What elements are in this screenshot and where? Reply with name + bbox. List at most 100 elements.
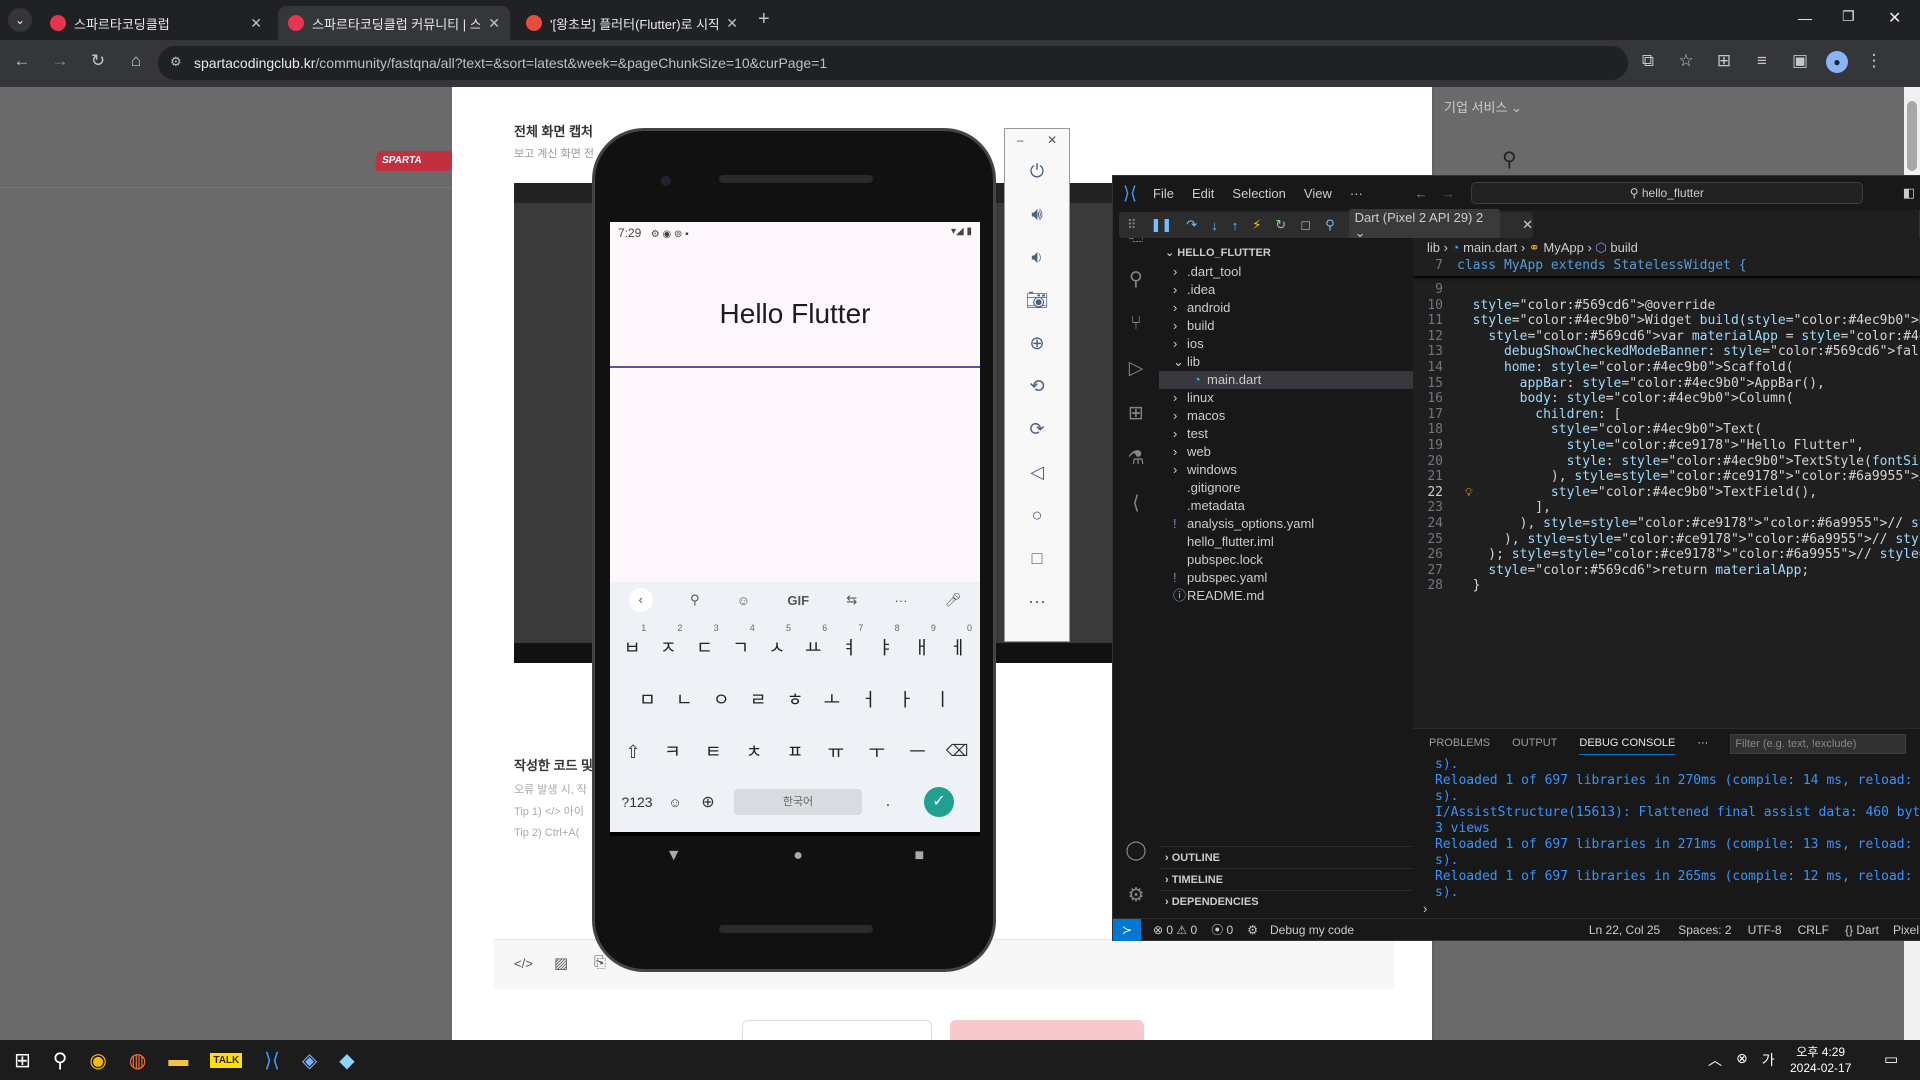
code-line[interactable]: 20 style: style="color:#4ec9b0">TextStyl… (1413, 454, 1920, 470)
keyboard-key[interactable]: ㄱ4 (723, 623, 759, 670)
close-window-button[interactable]: ✕ (1888, 8, 1901, 28)
explorer-item[interactable]: .metadata (1159, 497, 1413, 515)
explorer-item[interactable]: .gitignore (1159, 479, 1413, 497)
code-line[interactable]: 11 style="color:#4ec9b0">Widget build(st… (1413, 313, 1920, 329)
menu-kebab-icon[interactable]: ⋮ (1862, 51, 1886, 73)
shift-key[interactable]: ⇧ (614, 730, 652, 774)
close-debug-toolbar[interactable]: ✕ (1522, 217, 1533, 233)
search-icon[interactable]: ⚲ (1129, 268, 1143, 291)
backspace-key[interactable]: ⌫ (938, 730, 976, 774)
address-bar[interactable]: ⚙ spartacodingclub.kr/community/fastqna/… (158, 46, 1628, 80)
code-line[interactable]: 27 style="color:#569cd6">return material… (1413, 563, 1920, 579)
code-line[interactable]: 12 style="color:#569cd6">var materialApp… (1413, 329, 1920, 345)
scrollbar-thumb[interactable] (1907, 101, 1917, 171)
emoji-key[interactable]: ☺ (660, 795, 690, 810)
more-icon[interactable]: ··· (895, 593, 908, 608)
source-control-icon[interactable]: ⑂ (1130, 313, 1141, 335)
volume-down-icon[interactable]: 🔉︎ (1031, 247, 1042, 268)
indentation[interactable]: Spaces: 2 (1678, 923, 1731, 937)
explorer-item[interactable]: › web (1159, 443, 1413, 461)
keyboard-key[interactable]: ㄴ (666, 678, 703, 722)
pause-icon[interactable]: ❚❚ (1151, 217, 1173, 233)
notification-icon[interactable]: ▭ (1884, 1050, 1898, 1068)
rotate-right-icon[interactable]: ⟳ (1029, 419, 1044, 440)
code-block-icon[interactable]: </> (514, 956, 533, 971)
explorer-item[interactable]: › .idea (1159, 281, 1413, 299)
keyboard-key[interactable]: ㅏ (887, 678, 924, 722)
explorer-item[interactable]: › build (1159, 317, 1413, 335)
keyboard-key[interactable]: ㅍ (775, 730, 816, 774)
code-line[interactable]: 24 ), style=style="color:#ce9178">"color… (1413, 516, 1920, 532)
chrome-icon[interactable]: ◉ (89, 1048, 106, 1073)
submit-button[interactable] (950, 1020, 1144, 1040)
keyboard-key[interactable]: ㅋ (652, 730, 693, 774)
language-mode[interactable]: {} Dart (1845, 923, 1879, 937)
close-tab-icon[interactable]: ✕ (488, 15, 500, 32)
code-line[interactable]: 22 style="color:#4ec9b0">TextField(), 💡︎ (1413, 485, 1920, 501)
media-icon[interactable]: ≡ (1750, 51, 1774, 73)
remote-icon[interactable]: ≻ (1113, 918, 1141, 941)
code-line[interactable]: 13 debugShowCheckedModeBanner: style="co… (1413, 344, 1920, 360)
code-line[interactable]: 21 ), style=style="color:#ce9178">"color… (1413, 469, 1920, 485)
ports-count[interactable]: ⦿ 0 (1211, 921, 1233, 938)
restart-icon[interactable]: ↻ (1275, 217, 1286, 233)
explorer-item[interactable]: ! analysis_options.yaml (1159, 515, 1413, 533)
globe-icon[interactable]: ⊕ (690, 792, 726, 812)
explorer-root[interactable]: ⌄ HELLO_FLUTTER (1159, 238, 1413, 259)
keyboard-key[interactable]: ㅜ (856, 730, 897, 774)
code-line[interactable]: 15 appBar: style="color:#4ec9b0">AppBar(… (1413, 376, 1920, 392)
enterprise-menu[interactable]: 기업 서비스 ⌄ (1444, 97, 1522, 116)
keyboard-key[interactable]: ㅈ2 (650, 623, 686, 670)
new-tab-button[interactable]: + (758, 8, 770, 31)
command-center-search[interactable]: ⚲ hello_flutter (1470, 182, 1863, 204)
keyboard-key[interactable]: ㅠ (815, 730, 856, 774)
more-options-icon[interactable]: ··· (1028, 591, 1046, 612)
keyboard-key[interactable]: ㅔ0 (940, 623, 976, 670)
encoding[interactable]: UTF-8 (1748, 923, 1782, 937)
attach-icon[interactable]: ⎘ (594, 954, 606, 971)
keyboard-key[interactable]: ㅁ (629, 678, 666, 722)
explorer-item[interactable]: ⓘREADME.md (1159, 587, 1413, 605)
code-line[interactable]: 25 ), style=style="color:#ce9178">"color… (1413, 532, 1920, 548)
keyboard-key[interactable]: ㅐ9 (904, 623, 940, 670)
tab-output[interactable]: OUTPUT (1512, 737, 1557, 757)
keyboard-key[interactable]: ㅇ (703, 678, 740, 722)
tray-app-icon[interactable]: ⊗ (1736, 1050, 1748, 1070)
keyboard-key[interactable]: ㅎ (777, 678, 814, 722)
code-line[interactable]: 18 style="color:#4ec9b0">Text( (1413, 422, 1920, 438)
mic-icon[interactable]: 🎤︎ (945, 592, 962, 608)
firefox-icon[interactable]: ◍ (129, 1048, 146, 1073)
explorer-item[interactable]: › macos (1159, 407, 1413, 425)
keyboard-key[interactable]: ㅕ7 (831, 623, 867, 670)
keyboard-key[interactable]: ㅡ (897, 730, 938, 774)
tray-chevron-icon[interactable]: ︿ (1708, 1050, 1722, 1070)
keyboard-key[interactable]: ㅗ (813, 678, 850, 722)
symbols-key[interactable]: ?123 (614, 794, 660, 810)
step-over-icon[interactable]: ↷ (1186, 217, 1197, 233)
menu-item[interactable]: File (1153, 186, 1174, 201)
explorer-item[interactable]: › .dart_tool (1159, 263, 1413, 281)
browser-tab-2[interactable]: 스파르타코딩클럽 커뮤니티 | 스 ✕ (278, 6, 510, 40)
space-key[interactable]: 한국어 (734, 789, 862, 815)
explorer-item[interactable]: ⌄ lib (1159, 353, 1413, 371)
tab-search-button[interactable]: ⌄ (8, 8, 32, 32)
extensions-icon[interactable]: ⊞ (1128, 402, 1144, 425)
code-line[interactable]: 19 style="color:#ce9178">"Hello Flutter"… (1413, 438, 1920, 454)
period-key[interactable]: . (862, 793, 914, 811)
emulator-close-button[interactable]: ✕ (1047, 133, 1057, 147)
problems-count[interactable]: ⊗ 0 ⚠ 0 (1153, 923, 1197, 937)
code-line[interactable]: 28 } (1413, 578, 1920, 594)
emulator-icon[interactable]: ◆ (339, 1048, 354, 1073)
explorer-item[interactable]: › android (1159, 299, 1413, 317)
menu-item[interactable]: ··· (1350, 186, 1363, 201)
more-tabs-icon[interactable]: ··· (1697, 737, 1708, 757)
vscode-taskbar-icon[interactable]: ⟩⟨ (264, 1048, 280, 1073)
line-ending[interactable]: CRLF (1798, 923, 1829, 937)
minimize-window-button[interactable]: — (1798, 10, 1812, 26)
keyboard-key[interactable]: ㅓ (850, 678, 887, 722)
close-tab-icon[interactable]: ✕ (726, 15, 738, 32)
back-triangle-icon[interactable]: ◁ (1030, 462, 1044, 483)
tab-problems[interactable]: PROBLEMS (1429, 737, 1490, 757)
console-filter-input[interactable]: Filter (e.g. text, !exclude) (1730, 734, 1907, 754)
enter-check-icon[interactable]: ✓ (924, 787, 954, 817)
